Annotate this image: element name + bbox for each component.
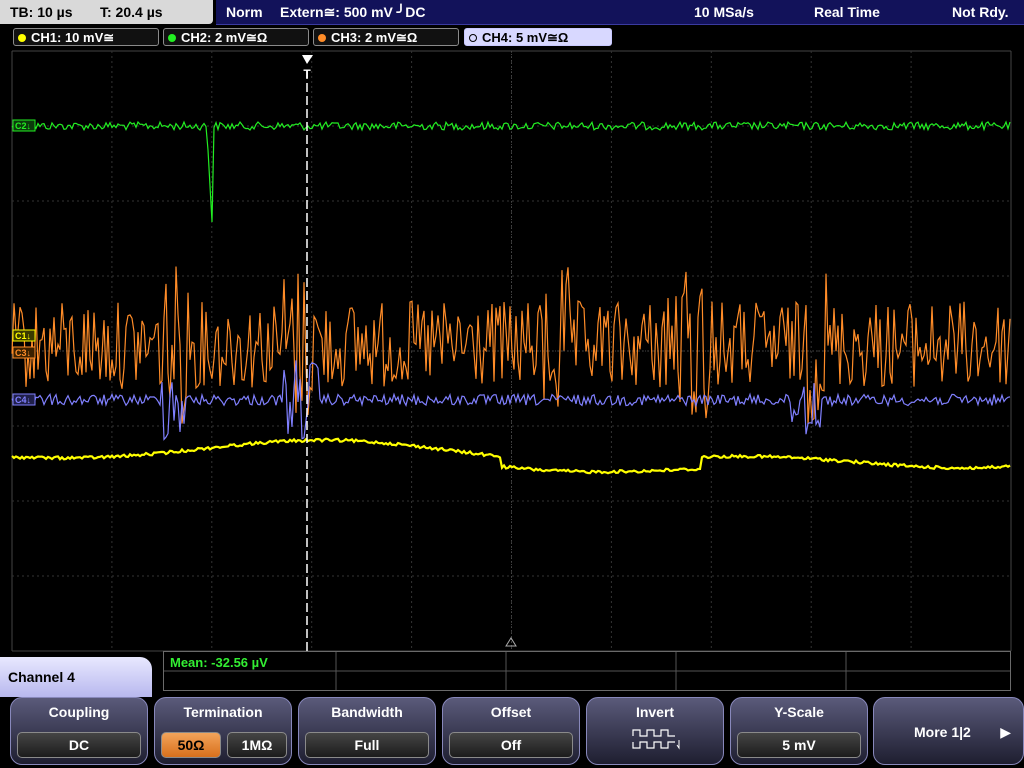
termination-1mohm-option[interactable]: 1MΩ [227, 732, 287, 758]
termination-softkey[interactable]: Termination 50Ω 1MΩ [154, 697, 292, 765]
menu-title: Channel 4 [0, 657, 152, 697]
invert-label: Invert [635, 704, 675, 720]
y-scale-value[interactable]: 5 mV [737, 732, 861, 758]
ch3-offset-marker[interactable]: C3↓ [15, 348, 31, 358]
offset-value[interactable]: Off [449, 732, 573, 758]
coupling-label: Coupling [48, 704, 110, 720]
bandwidth-value[interactable]: Full [305, 732, 429, 758]
bandwidth-label: Bandwidth [331, 704, 403, 720]
more-softkey[interactable]: More 1|2 ▶ [873, 697, 1024, 765]
ch2-offset-marker[interactable]: C2↓ [15, 121, 31, 131]
y-scale-label: Y-Scale [774, 704, 824, 720]
termination-label: Termination [183, 704, 263, 720]
y-scale-softkey[interactable]: Y-Scale 5 mV [730, 697, 868, 765]
more-label: More 1|2 [914, 724, 971, 740]
offset-softkey[interactable]: Offset Off [442, 697, 580, 765]
offset-label: Offset [490, 704, 532, 720]
coupling-softkey[interactable]: Coupling DC [10, 697, 148, 765]
trigger-marker: T [303, 67, 311, 81]
termination-50ohm-option[interactable]: 50Ω [161, 732, 221, 758]
ch1-offset-marker[interactable]: C1↓ [15, 331, 31, 341]
measurement-panel: Mean: -32.56 µV [163, 651, 1011, 691]
invert-softkey[interactable]: Invert [586, 697, 724, 765]
coupling-value[interactable]: DC [17, 732, 141, 758]
measurement-grid [164, 652, 1010, 690]
bandwidth-softkey[interactable]: Bandwidth Full [298, 697, 436, 765]
arrow-right-icon: ▶ [1000, 724, 1011, 740]
ch4-offset-marker[interactable]: C4↓ [15, 395, 31, 405]
invert-waveform-icon [632, 729, 680, 750]
